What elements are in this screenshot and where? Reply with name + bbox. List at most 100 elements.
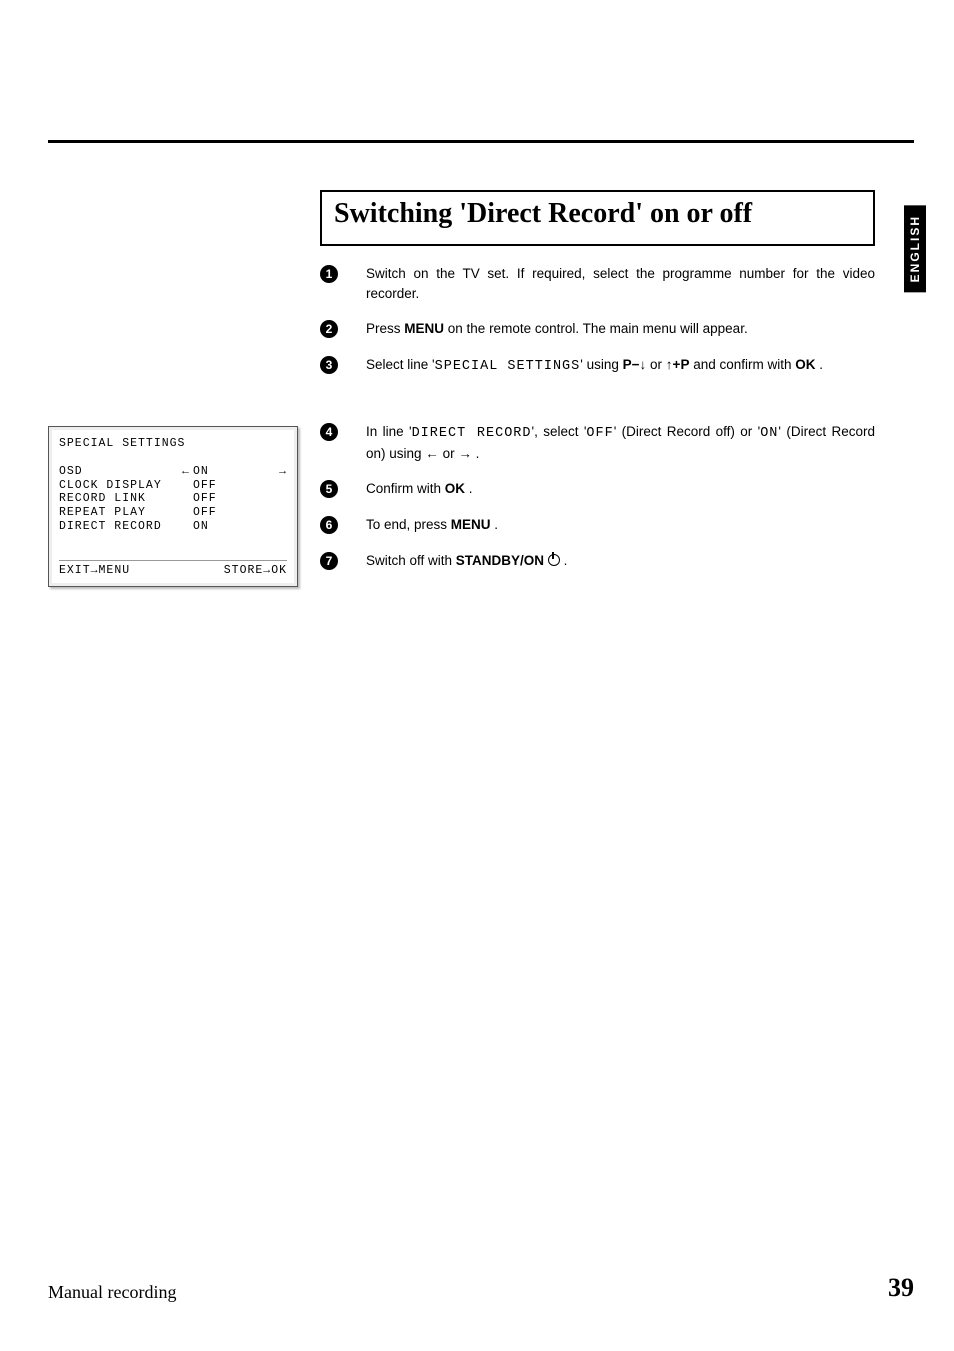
ok-button-label: OK xyxy=(795,357,815,372)
standby-on-button-label: STANDBY/ON xyxy=(456,553,544,568)
osd-exit-label: EXIT xyxy=(59,564,91,577)
step-7: 7 Switch off with STANDBY/ON . xyxy=(320,551,875,571)
osd-row-label: RECORD LINK xyxy=(59,492,179,506)
osd-row-clock-display: CLOCK DISPLAY OFF xyxy=(59,479,289,493)
step-3-or: or xyxy=(650,357,666,372)
power-icon xyxy=(548,554,560,566)
footer-section-title: Manual recording xyxy=(48,1282,176,1303)
osd-exit-key: MENU xyxy=(99,564,131,577)
osd-row-value: OFF xyxy=(193,479,233,493)
osd-row-sel-left xyxy=(179,492,193,506)
step-5: 5 Confirm with OK . xyxy=(320,479,875,499)
osd-panel: SPECIAL SETTINGS OSD ← ON → CLOCK DISPLA… xyxy=(48,426,298,587)
step-1-text: Switch on the TV set. If required, selec… xyxy=(366,264,875,303)
osd-row-label: CLOCK DISPLAY xyxy=(59,479,179,493)
step-6-text-a: To end, press xyxy=(366,517,451,532)
ok-button-label-2: OK xyxy=(445,481,465,496)
osd-row-label: OSD xyxy=(59,465,179,479)
step-number-1: 1 xyxy=(320,265,338,283)
step-2-text: Press MENU on the remote control. The ma… xyxy=(366,319,875,339)
step-4-end: . xyxy=(472,446,480,461)
osd-exit-hint: EXIT→MENU xyxy=(59,564,130,578)
osd-footer: EXIT→MENU STORE→OK xyxy=(57,564,289,578)
step-7-end: . xyxy=(560,553,568,568)
osd-row-value: OFF xyxy=(193,492,233,506)
special-settings-label: SPECIAL SETTINGS xyxy=(435,359,581,374)
step-4-text-a: In line ' xyxy=(366,424,412,439)
step-3: 3 Select line 'SPECIAL SETTINGS' using P… xyxy=(320,355,875,377)
osd-row-sel-right xyxy=(233,520,289,534)
arrow-left-icon: ← xyxy=(179,465,193,479)
osd-store-label: STORE xyxy=(224,564,264,577)
step-2: 2 Press MENU on the remote control. The … xyxy=(320,319,875,339)
osd-row-label: REPEAT PLAY xyxy=(59,506,179,520)
osd-row-record-link: RECORD LINK OFF xyxy=(59,492,289,506)
on-label: ON xyxy=(760,426,778,441)
osd-row-repeat-play: REPEAT PLAY OFF xyxy=(59,506,289,520)
step-4: 4 In line 'DIRECT RECORD', select 'OFF' … xyxy=(320,422,875,463)
step-number-5: 5 xyxy=(320,480,338,498)
step-3-end: . xyxy=(816,357,824,372)
arrow-right-icon: → xyxy=(263,564,271,577)
step-number-4: 4 xyxy=(320,423,338,441)
heading-box: Switching 'Direct Record' on or off xyxy=(320,190,875,246)
key-p-minus-minus: − xyxy=(632,357,640,372)
osd-row-value: ON xyxy=(193,465,233,479)
osd-row-osd: OSD ← ON → xyxy=(59,465,289,479)
step-number-3: 3 xyxy=(320,356,338,374)
osd-divider xyxy=(59,560,287,561)
page-number: 39 xyxy=(888,1273,914,1303)
menu-button-label: MENU xyxy=(404,321,444,336)
page-heading: Switching 'Direct Record' on or off xyxy=(334,198,861,230)
osd-row-value: ON xyxy=(193,520,233,534)
step-5-text-a: Confirm with xyxy=(366,481,445,496)
osd-row-sel-left xyxy=(179,479,193,493)
osd-store-key: OK xyxy=(271,564,287,577)
key-plus-p-p: P xyxy=(680,357,689,372)
step-number-2: 2 xyxy=(320,320,338,338)
osd-store-hint: STORE→OK xyxy=(224,564,287,578)
top-horizontal-rule xyxy=(48,140,914,143)
step-2-text-a: Press xyxy=(366,321,404,336)
step-4-text: In line 'DIRECT RECORD', select 'OFF' (D… xyxy=(366,422,875,463)
osd-row-sel-right xyxy=(233,479,289,493)
step-4-text-b: ', select ' xyxy=(532,424,587,439)
step-3-text-b: ' using xyxy=(580,357,622,372)
arrow-down-icon: ↓ xyxy=(640,357,647,372)
step-5-text: Confirm with OK . xyxy=(366,479,875,499)
arrow-right-icon: → xyxy=(91,564,99,577)
step-4-text-c: ' (Direct Record off) or ' xyxy=(614,424,760,439)
step-5-end: . xyxy=(465,481,473,496)
key-p-minus-p: P xyxy=(623,357,632,372)
osd-items: OSD ← ON → CLOCK DISPLAY OFF RECORD LINK… xyxy=(59,465,289,534)
step-3-text-a: Select line ' xyxy=(366,357,435,372)
arrow-right-icon: → xyxy=(233,465,289,479)
arrow-up-icon: ↑ xyxy=(666,357,673,372)
direct-record-label: DIRECT RECORD xyxy=(412,426,532,441)
step-7-text-a: Switch off with xyxy=(366,553,456,568)
step-6-end: . xyxy=(491,517,499,532)
step-3-text: Select line 'SPECIAL SETTINGS' using P−↓… xyxy=(366,355,875,377)
off-label: OFF xyxy=(586,426,613,441)
osd-row-sel-right xyxy=(233,492,289,506)
step-4-or: or xyxy=(443,446,459,461)
osd-title: SPECIAL SETTINGS xyxy=(59,437,289,451)
osd-row-value: OFF xyxy=(193,506,233,520)
step-6-text: To end, press MENU . xyxy=(366,515,875,535)
osd-row-sel-left xyxy=(179,520,193,534)
osd-row-direct-record: DIRECT RECORD ON xyxy=(59,520,289,534)
step-1: 1 Switch on the TV set. If required, sel… xyxy=(320,264,875,303)
arrow-left-icon: ← xyxy=(425,446,439,461)
language-tab: ENGLISH xyxy=(904,205,926,292)
osd-row-label: DIRECT RECORD xyxy=(59,520,179,534)
osd-row-sel-left xyxy=(179,506,193,520)
step-7-text: Switch off with STANDBY/ON . xyxy=(366,551,875,571)
step-number-7: 7 xyxy=(320,552,338,570)
steps-list: 1 Switch on the TV set. If required, sel… xyxy=(320,264,875,570)
arrow-right-icon: → xyxy=(458,446,472,461)
step-2-text-b: on the remote control. The main menu wil… xyxy=(448,321,748,336)
step-6: 6 To end, press MENU . xyxy=(320,515,875,535)
step-number-6: 6 xyxy=(320,516,338,534)
step-3-text-c: and confirm with xyxy=(693,357,795,372)
menu-button-label-2: MENU xyxy=(451,517,491,532)
